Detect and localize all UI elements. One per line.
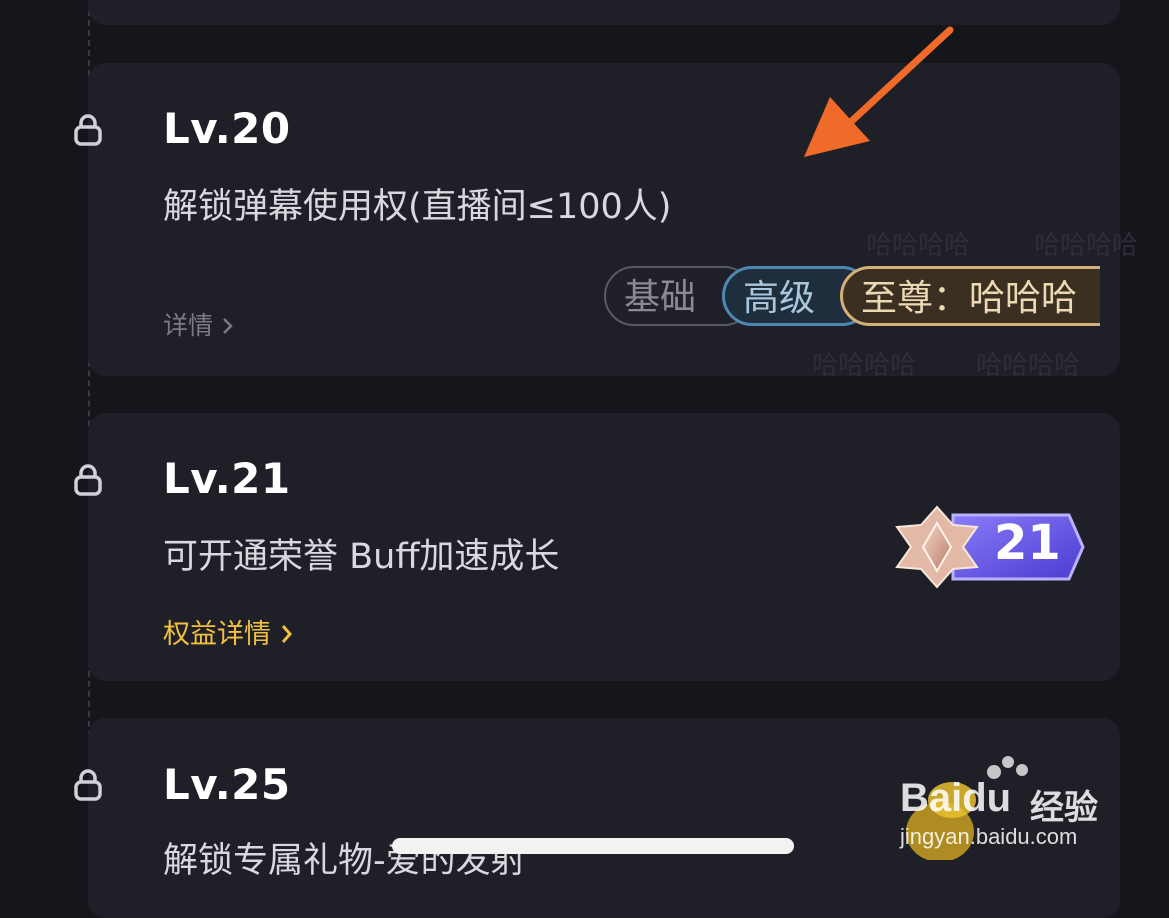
- tier-supreme-chip[interactable]: 至尊：哈哈哈: [840, 266, 1100, 326]
- home-indicator[interactable]: [392, 838, 794, 854]
- annotation-arrow-icon: [804, 26, 954, 157]
- chevron-right-icon: [223, 318, 233, 334]
- badge-number: 21: [994, 515, 1061, 571]
- tier-chips: 基础 高级 至尊：哈哈哈: [604, 264, 1100, 332]
- watermark-brand-cn: 经验: [1030, 788, 1098, 828]
- level-description: 解锁弹幕使用权(直播间≤100人): [163, 187, 672, 227]
- benefit-detail-label: 权益详情: [163, 619, 271, 650]
- level-title: Lv.25: [163, 760, 291, 809]
- detail-link-label: 详情: [163, 311, 214, 340]
- watermark-text: 哈哈哈哈: [812, 351, 917, 381]
- lock-icon: [74, 464, 102, 496]
- watermark-text: 哈哈哈哈: [1034, 231, 1139, 261]
- benefit-detail-link[interactable]: 权益详情: [163, 612, 294, 651]
- chevron-right-icon: [281, 625, 292, 643]
- watermark-url: jingyan.baidu.com: [900, 824, 1078, 849]
- level-title: Lv.20: [163, 104, 291, 153]
- level-card-previous: [88, 0, 1120, 25]
- watermark-text: 哈哈哈哈: [866, 231, 971, 261]
- lock-icon: [74, 769, 102, 801]
- lock-icon: [74, 114, 102, 146]
- level-description: 可开通荣誉 Buff加速成长: [163, 537, 560, 577]
- detail-link[interactable]: 详情: [163, 306, 235, 342]
- level-title: Lv.21: [163, 454, 291, 503]
- watermark-brand: Baidu: [900, 776, 1012, 820]
- watermark-text: 哈哈哈哈: [976, 351, 1081, 381]
